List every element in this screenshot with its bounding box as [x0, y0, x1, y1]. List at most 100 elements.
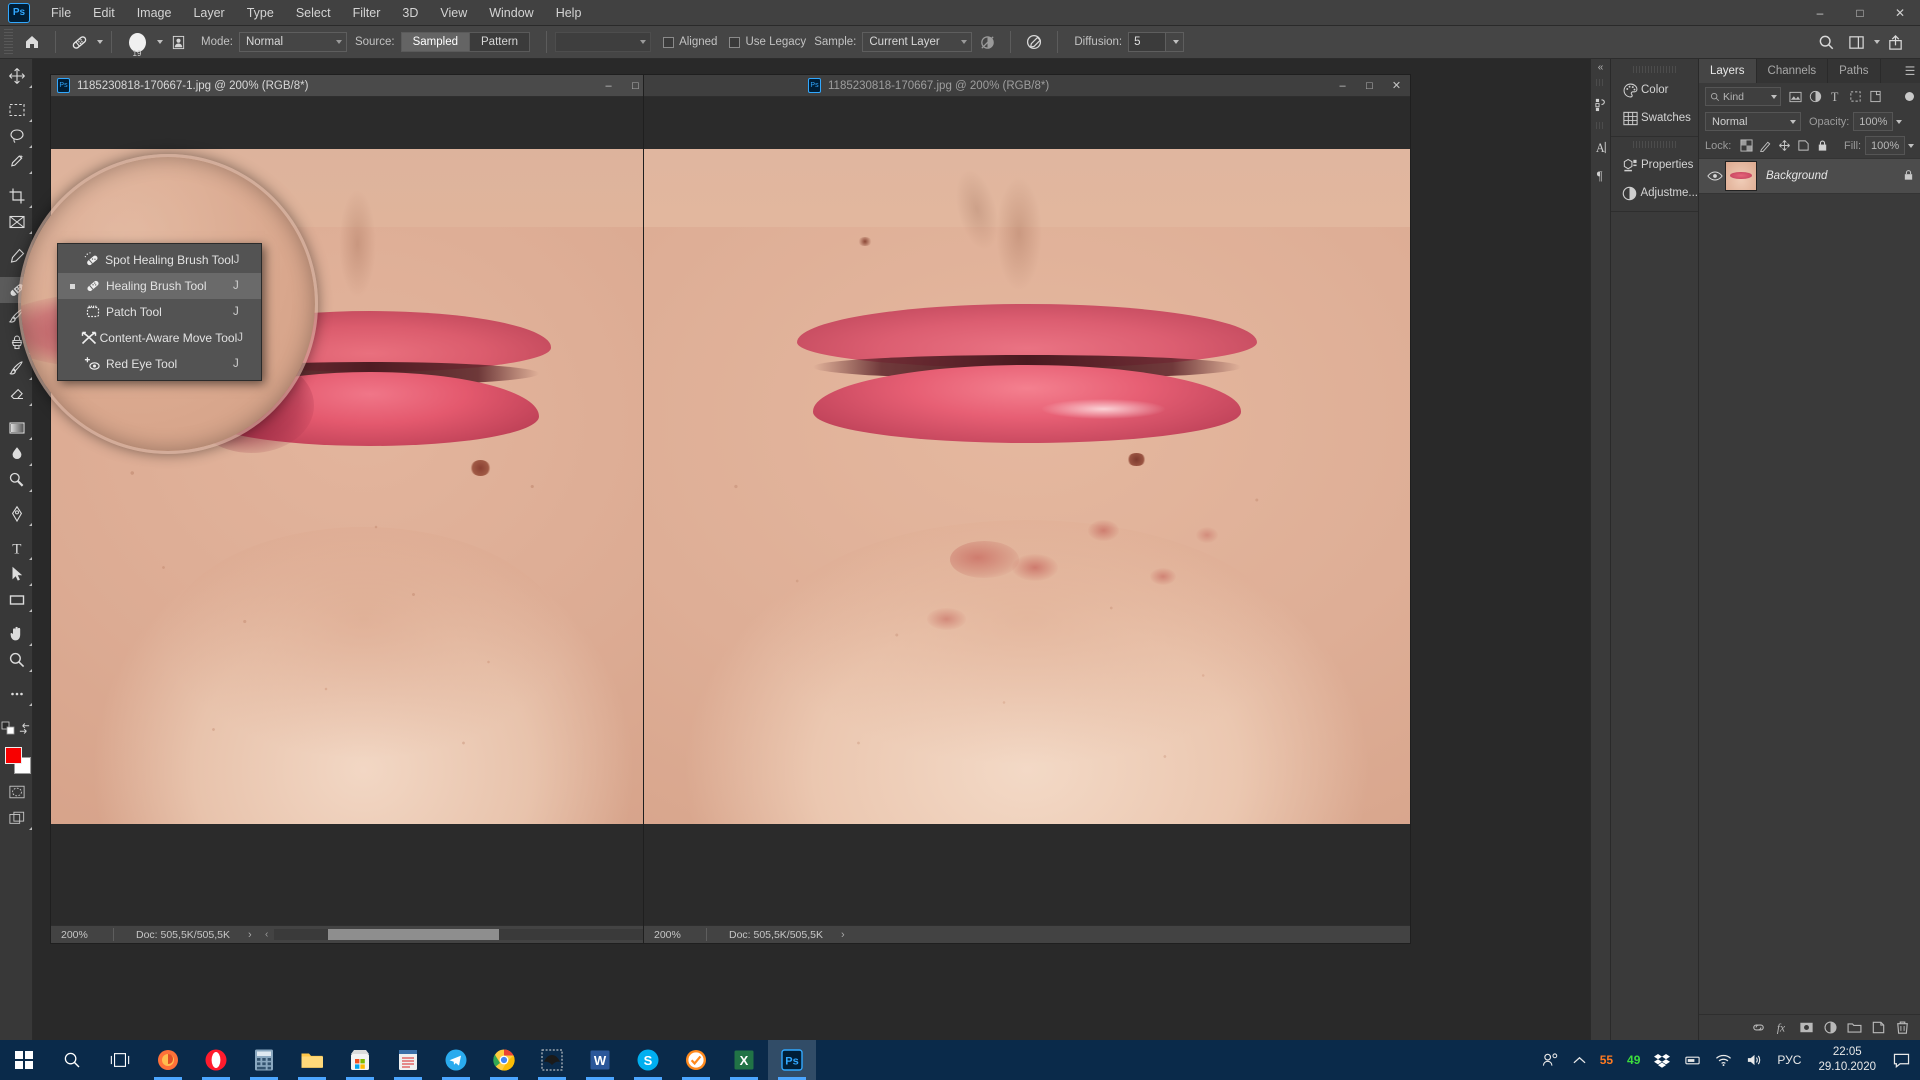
- flyout-item-red-eye-tool[interactable]: Red Eye Tool J: [58, 351, 261, 377]
- scroll-thumb[interactable]: [328, 929, 499, 940]
- options-bar-grip[interactable]: [4, 29, 13, 55]
- scroll-track[interactable]: [273, 929, 662, 940]
- taskbar-app-notepad[interactable]: [384, 1040, 432, 1080]
- task-view-icon[interactable]: [96, 1040, 144, 1080]
- new-layer-button[interactable]: [1866, 1016, 1890, 1040]
- taskbar-app-batman-app[interactable]: [528, 1040, 576, 1080]
- horizontal-type-tool[interactable]: T: [0, 535, 33, 561]
- people-icon[interactable]: [1535, 1052, 1566, 1068]
- tab-channels[interactable]: Channels: [1756, 59, 1829, 83]
- zoom-tool[interactable]: [0, 647, 33, 673]
- tool-preset-chevron-icon[interactable]: [97, 40, 103, 44]
- source-pattern-button[interactable]: Pattern: [470, 32, 531, 52]
- action-center-icon[interactable]: [1886, 1053, 1916, 1068]
- taskbar-app-opera[interactable]: [192, 1040, 240, 1080]
- aligned-checkbox[interactable]: Aligned: [663, 36, 717, 48]
- lock-artboard-icon[interactable]: [1794, 136, 1813, 155]
- sample-select[interactable]: Current Layer: [862, 32, 973, 52]
- tray-badge-green[interactable]: 49: [1620, 1053, 1647, 1067]
- close-button[interactable]: ✕: [1880, 0, 1920, 26]
- document-1-status-chevron-icon[interactable]: ›: [248, 929, 252, 941]
- language-indicator[interactable]: РУС: [1770, 1053, 1808, 1067]
- foreground-color-swatch[interactable]: [5, 747, 22, 764]
- menu-item-window[interactable]: Window: [478, 2, 544, 24]
- maximize-button[interactable]: □: [1840, 0, 1880, 26]
- layer-row-background[interactable]: Background: [1699, 158, 1920, 194]
- menu-item-filter[interactable]: Filter: [342, 2, 392, 24]
- dodge-tool[interactable]: [0, 467, 33, 493]
- path-selection-tool[interactable]: [0, 561, 33, 587]
- new-group-button[interactable]: [1842, 1016, 1866, 1040]
- lock-all-icon[interactable]: [1813, 136, 1832, 155]
- pattern-picker[interactable]: [555, 32, 652, 52]
- lock-image-pixels-icon[interactable]: [1756, 136, 1775, 155]
- paragraph-icon[interactable]: ¶: [1591, 161, 1611, 189]
- dock-item-color[interactable]: Color: [1611, 76, 1698, 104]
- swap-colors-icon[interactable]: [16, 715, 32, 741]
- healing-brush-tool-icon[interactable]: [64, 29, 94, 55]
- menu-item-help[interactable]: Help: [545, 2, 593, 24]
- hand-tool[interactable]: [0, 621, 33, 647]
- taskbar-app-photoshop[interactable]: Ps: [768, 1040, 816, 1080]
- taskbar-app-firefox[interactable]: [144, 1040, 192, 1080]
- flyout-item-healing-brush-tool[interactable]: Healing Brush Tool J: [58, 273, 261, 299]
- default-colors-icon[interactable]: [0, 715, 16, 741]
- layer-style-button[interactable]: fx: [1770, 1016, 1794, 1040]
- smart-object-filter-icon[interactable]: [1865, 87, 1885, 106]
- lock-position-icon[interactable]: [1775, 136, 1794, 155]
- device-icon[interactable]: [1677, 1054, 1708, 1067]
- panel-menu-icon[interactable]: ☰: [1900, 59, 1920, 83]
- dock-group-grip[interactable]: [1633, 141, 1676, 148]
- minimize-button[interactable]: –: [1800, 0, 1840, 26]
- document-2-canvas[interactable]: [644, 97, 1410, 925]
- show-hidden-icons-chevron-up-icon[interactable]: [1566, 1056, 1593, 1065]
- document-2-status-chevron-icon[interactable]: ›: [841, 929, 845, 941]
- delete-layer-button[interactable]: [1890, 1016, 1914, 1040]
- taskbar-app-microsoft-store[interactable]: [336, 1040, 384, 1080]
- flyout-item-patch-tool[interactable]: Patch Tool J: [58, 299, 261, 325]
- menu-item-select[interactable]: Select: [285, 2, 342, 24]
- menu-item-3d[interactable]: 3D: [391, 2, 429, 24]
- screen-mode-icon[interactable]: [0, 805, 33, 831]
- color-swatches[interactable]: [0, 745, 33, 779]
- flyout-item-content-aware-move-tool[interactable]: Content-Aware Move Tool J: [58, 325, 261, 351]
- edit-toolbar-tool[interactable]: [0, 681, 33, 707]
- rectangular-marquee-tool[interactable]: [0, 97, 33, 123]
- document-1-scrollbar[interactable]: ‹ ›: [260, 929, 676, 940]
- history-icon[interactable]: [1591, 90, 1611, 118]
- home-icon[interactable]: [17, 29, 47, 55]
- use-legacy-checkbox[interactable]: Use Legacy: [729, 36, 806, 48]
- shape-filter-icon[interactable]: [1845, 87, 1865, 106]
- clock[interactable]: 22:05 29.10.2020: [1808, 1045, 1886, 1075]
- dock-item-adjustme[interactable]: Adjustme...: [1611, 179, 1698, 207]
- rectangle-tool[interactable]: [0, 587, 33, 613]
- pressure-size-icon[interactable]: [1019, 29, 1049, 55]
- fill-value[interactable]: 100%: [1865, 136, 1905, 155]
- lasso-tool[interactable]: [0, 123, 33, 149]
- menu-item-image[interactable]: Image: [126, 2, 183, 24]
- collapse-panels-icon[interactable]: «: [1591, 59, 1610, 75]
- tab-layers[interactable]: Layers: [1699, 59, 1757, 83]
- menu-item-file[interactable]: File: [40, 2, 82, 24]
- character-icon[interactable]: A: [1591, 133, 1611, 161]
- document-2-close[interactable]: ✕: [1383, 75, 1410, 97]
- dock-group-grip[interactable]: [1633, 66, 1676, 73]
- brush-size-preview[interactable]: 19: [120, 28, 154, 58]
- ignore-adjustment-layers-icon[interactable]: [972, 29, 1002, 55]
- workspace-icon[interactable]: [1841, 29, 1871, 55]
- document-2-minimize[interactable]: –: [1329, 75, 1356, 97]
- mode-select[interactable]: Normal: [238, 32, 347, 52]
- dock-item-properties[interactable]: Properties: [1611, 151, 1698, 179]
- windows-start-icon[interactable]: [0, 1040, 48, 1080]
- lock-transparent-pixels-icon[interactable]: [1737, 136, 1756, 155]
- move-tool[interactable]: [0, 63, 33, 89]
- menu-item-edit[interactable]: Edit: [82, 2, 126, 24]
- document-1-zoom-level[interactable]: 200%: [51, 929, 113, 941]
- taskbar-search-icon[interactable]: [48, 1040, 96, 1080]
- layer-visibility-eye-icon[interactable]: [1705, 170, 1725, 182]
- diffusion-input[interactable]: 5: [1128, 32, 1167, 52]
- taskbar-app-chrome[interactable]: [480, 1040, 528, 1080]
- document-2-title-bar[interactable]: Ps 1185230818-170667.jpg @ 200% (RGB/8*)…: [644, 75, 1410, 97]
- dropbox-icon[interactable]: [1647, 1053, 1677, 1068]
- taskbar-app-file-explorer[interactable]: [288, 1040, 336, 1080]
